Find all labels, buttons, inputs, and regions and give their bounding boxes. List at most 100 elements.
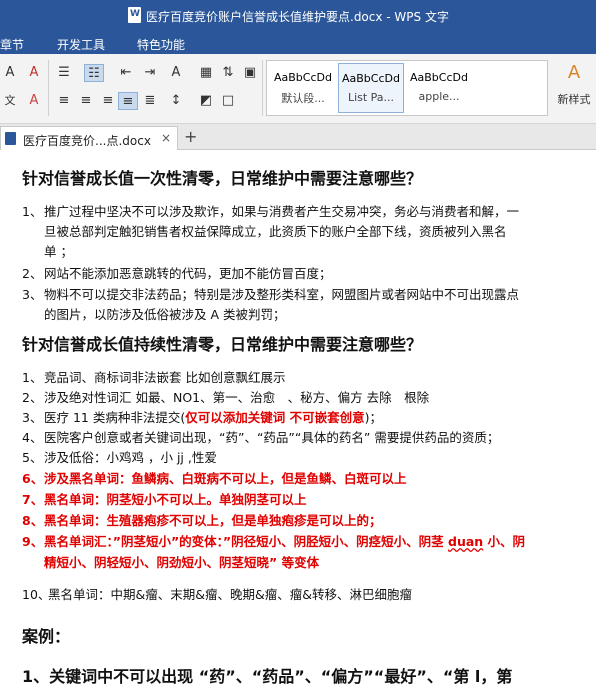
word-doc-icon — [5, 132, 16, 145]
list-text: 医疗 11 类病种非法提交( — [44, 410, 186, 425]
style-sample: AaBbCcDd — [342, 72, 400, 85]
style-name: apple... — [418, 90, 460, 103]
ribbon-toolbar: A A 文 A ☰ ☷ ⇤ ⇥ A ▦ ⇅ ▣ ≡ ≡ ≡ ≡ ≣ ↕ ◩ □ … — [0, 54, 596, 124]
list-text: 黑名单词：生殖器疱疹不可以上，但是单独疱疹是可以上的； — [44, 513, 382, 528]
ribbon-separator — [262, 60, 263, 116]
menu-special-features[interactable]: 特色功能 — [137, 36, 185, 53]
list-number: 4、 — [22, 430, 43, 445]
list-number: 5、 — [22, 450, 43, 465]
numbered-list-icon[interactable]: ☷ — [84, 64, 104, 82]
table-icon[interactable]: ▦ — [196, 64, 216, 82]
ribbon-separator — [48, 60, 49, 116]
styles-gallery: AaBbCcDd 默认段... AaBbCcDd List Pa... AaBb… — [266, 60, 548, 116]
close-icon[interactable]: × — [161, 131, 171, 145]
style-name: 默认段... — [281, 92, 325, 105]
list-text: 小、阴 — [483, 534, 526, 549]
document-tab-bar: 医疗百度竞价...点.docx × + — [0, 124, 596, 150]
font-size-decrease-icon[interactable]: A — [0, 64, 20, 82]
sort-icon[interactable]: ⇅ — [218, 64, 238, 82]
align-left-icon[interactable]: ≡ — [54, 92, 74, 110]
menu-section[interactable]: 章节 — [0, 36, 24, 53]
new-style-icon: A — [567, 62, 581, 83]
menu-bar: 章节 开发工具 特色功能 — [0, 32, 596, 54]
style-sample: AaBbCcDd — [274, 71, 332, 84]
style-default-paragraph[interactable]: AaBbCcDd 默认段... — [270, 63, 336, 113]
list-item: 1、 推广过程中坚决不可以涉及欺诈，如果与消费者产生交易冲突，务必与消费者和解，一 — [22, 201, 519, 220]
phonetic-guide-icon[interactable]: 文 — [0, 92, 20, 110]
list-number: 10、 — [22, 587, 51, 602]
list-text: 涉及低俗：小鸡鸡 ，小 jj ,性爱 — [44, 450, 217, 465]
list-text: 网站不能添加恶意跳转的代码，更加不能仿冒百度； — [44, 266, 332, 281]
highlight-text: 仅可以添加关键词 不可嵌套创意 — [185, 410, 365, 425]
spellcheck-word: duan — [448, 534, 484, 549]
list-item: 10、黑名单词：中期&瘤、末期&瘤、晚期&瘤、瘤&转移、淋巴细胞瘤 — [22, 584, 412, 603]
new-style-label: 新样式 — [557, 93, 591, 106]
title-bar: 医疗百度竞价账户信誉成长值维护要点.docx - WPS 文字 — [0, 0, 596, 32]
list-text: 涉及绝对性词汇 如最、NO1、第一、治愈 、秘方、偏方 去除 根除 — [44, 390, 430, 405]
list-text: 推广过程中坚决不可以涉及欺诈，如果与消费者产生交易冲突，务必与消费者和解，一 — [44, 204, 520, 219]
heading-continuous-reset: 针对信誉成长值持续性清零，日常维护中需要注意哪些？ — [22, 335, 423, 354]
shading-icon[interactable]: ◩ — [196, 92, 216, 110]
case-item: 1、关键词中不可以出现 “药”、“药品”、“偏方”“最好”、“第 l，第 — [22, 667, 513, 686]
document-tab[interactable]: 医疗百度竞价...点.docx × — [0, 126, 178, 150]
list-item-red: 8、黑名单词：生殖器疱疹不可以上，但是单独疱疹是可以上的； — [22, 510, 382, 529]
list-number: 9、 — [22, 534, 44, 549]
justify-icon[interactable]: ≡ — [118, 92, 138, 110]
list-text-continued: 精短小、阴轻短小、阴劲短小、阴茎短晓” 等变体 — [44, 555, 320, 570]
align-right-icon[interactable]: ≡ — [98, 92, 118, 110]
list-item-red: 6、涉及黑名单词：鱼鳞病、白斑病不可以上，但是鱼鳞、白斑可以上 — [22, 468, 407, 487]
char-border-icon[interactable]: A — [24, 92, 44, 110]
wps-writer-window: 医疗百度竞价账户信誉成长值维护要点.docx - WPS 文字 章节 开发工具 … — [0, 0, 596, 689]
document-page[interactable]: 针对信誉成长值一次性清零，日常维护中需要注意哪些？ 1、 推广过程中坚决不可以涉及… — [0, 151, 596, 689]
list-item-red: 9、黑名单词汇：”阴茎短小”的变体：”阴径短小、阴胫短小、阴痉短小、阴茎 dua… — [22, 531, 525, 550]
new-tab-icon[interactable]: + — [184, 127, 197, 146]
style-apple[interactable]: AaBbCcDd apple... — [406, 63, 472, 113]
heading-cases: 案例： — [22, 627, 71, 646]
increase-indent-icon[interactable]: ⇥ — [140, 64, 160, 82]
list-number: 6、 — [22, 471, 44, 486]
list-number: 1、 — [22, 204, 43, 219]
list-item-red: 7、黑名单词：阴茎短小不可以上。单独阴茎可以上 — [22, 489, 307, 508]
line-spacing-icon[interactable]: ↕ — [166, 92, 186, 110]
decrease-indent-icon[interactable]: ⇤ — [116, 64, 136, 82]
list-item: 1、 竞品词、商标词非法嵌套 比如创意飘红展示 — [22, 367, 285, 386]
list-number: 2、 — [22, 266, 43, 281]
align-center-icon[interactable]: ≡ — [76, 92, 96, 110]
list-item: 2、 涉及绝对性词汇 如最、NO1、第一、治愈 、秘方、偏方 去除 根除 — [22, 387, 429, 406]
clear-format-icon[interactable]: A — [24, 64, 44, 82]
list-text: 黑名单词：中期&瘤、末期&瘤、晚期&瘤、瘤&转移、淋巴细胞瘤 — [48, 587, 412, 602]
list-text: 医院客户创意或者关键词出现，“药”、“药品”“具体的药名” 需要提供药品的资质； — [44, 430, 500, 445]
list-number: 7、 — [22, 492, 44, 507]
wps-document-icon — [128, 7, 141, 23]
new-style-button[interactable]: A 新样式 — [552, 60, 596, 116]
list-text-continued: 的图片，以防涉及低俗被涉及 A 类被判罚； — [44, 307, 286, 322]
list-number: 1、 — [22, 370, 43, 385]
list-text: 黑名单词汇：”阴茎短小”的变体：”阴径短小、阴胫短小、阴痉短小、阴茎 — [44, 534, 448, 549]
menu-developer-tools[interactable]: 开发工具 — [57, 36, 105, 53]
list-text-continued: 单 ； — [44, 244, 73, 259]
list-number: 8、 — [22, 513, 44, 528]
list-number: 2、 — [22, 390, 43, 405]
list-text: 涉及黑名单词：鱼鳞病、白斑病不可以上，但是鱼鳞、白斑可以上 — [44, 471, 407, 486]
window-title: 医疗百度竞价账户信誉成长值维护要点.docx - WPS 文字 — [146, 10, 449, 24]
list-text: 物料不可以提交非法药品；特别是涉及整形类科室，网盟图片或者网站中不可出现露点 — [44, 287, 520, 302]
style-sample: AaBbCcDd — [410, 71, 468, 84]
list-text: 竞品词、商标词非法嵌套 比如创意飘红展示 — [44, 370, 286, 385]
borders-icon[interactable]: □ — [218, 92, 238, 110]
show-marks-icon[interactable]: ▣ — [240, 64, 260, 82]
list-item: 3、 医疗 11 类病种非法提交(仅可以添加关键词 不可嵌套创意)； — [22, 407, 382, 426]
list-text: )； — [364, 410, 382, 425]
list-text: 黑名单词：阴茎短小不可以上。单独阴茎可以上 — [44, 492, 307, 507]
distribute-icon[interactable]: ≣ — [140, 92, 160, 110]
document-tab-label: 医疗百度竞价...点.docx — [23, 134, 151, 148]
list-item: 5、 涉及低俗：小鸡鸡 ，小 jj ,性爱 — [22, 447, 217, 466]
style-list-paragraph[interactable]: AaBbCcDd List Pa... — [338, 63, 404, 113]
list-number: 3、 — [22, 287, 43, 302]
bullet-list-icon[interactable]: ☰ — [54, 64, 74, 82]
list-item: 2、 网站不能添加恶意跳转的代码，更加不能仿冒百度； — [22, 263, 332, 282]
style-name: List Pa... — [347, 91, 395, 104]
list-item: 4、 医院客户创意或者关键词出现，“药”、“药品”“具体的药名” 需要提供药品的资… — [22, 427, 499, 446]
char-scaling-icon[interactable]: A — [166, 64, 186, 82]
list-number: 3、 — [22, 410, 43, 425]
list-item: 3、 物料不可以提交非法药品；特别是涉及整形类科室，网盟图片或者网站中不可出现露点 — [22, 284, 519, 303]
